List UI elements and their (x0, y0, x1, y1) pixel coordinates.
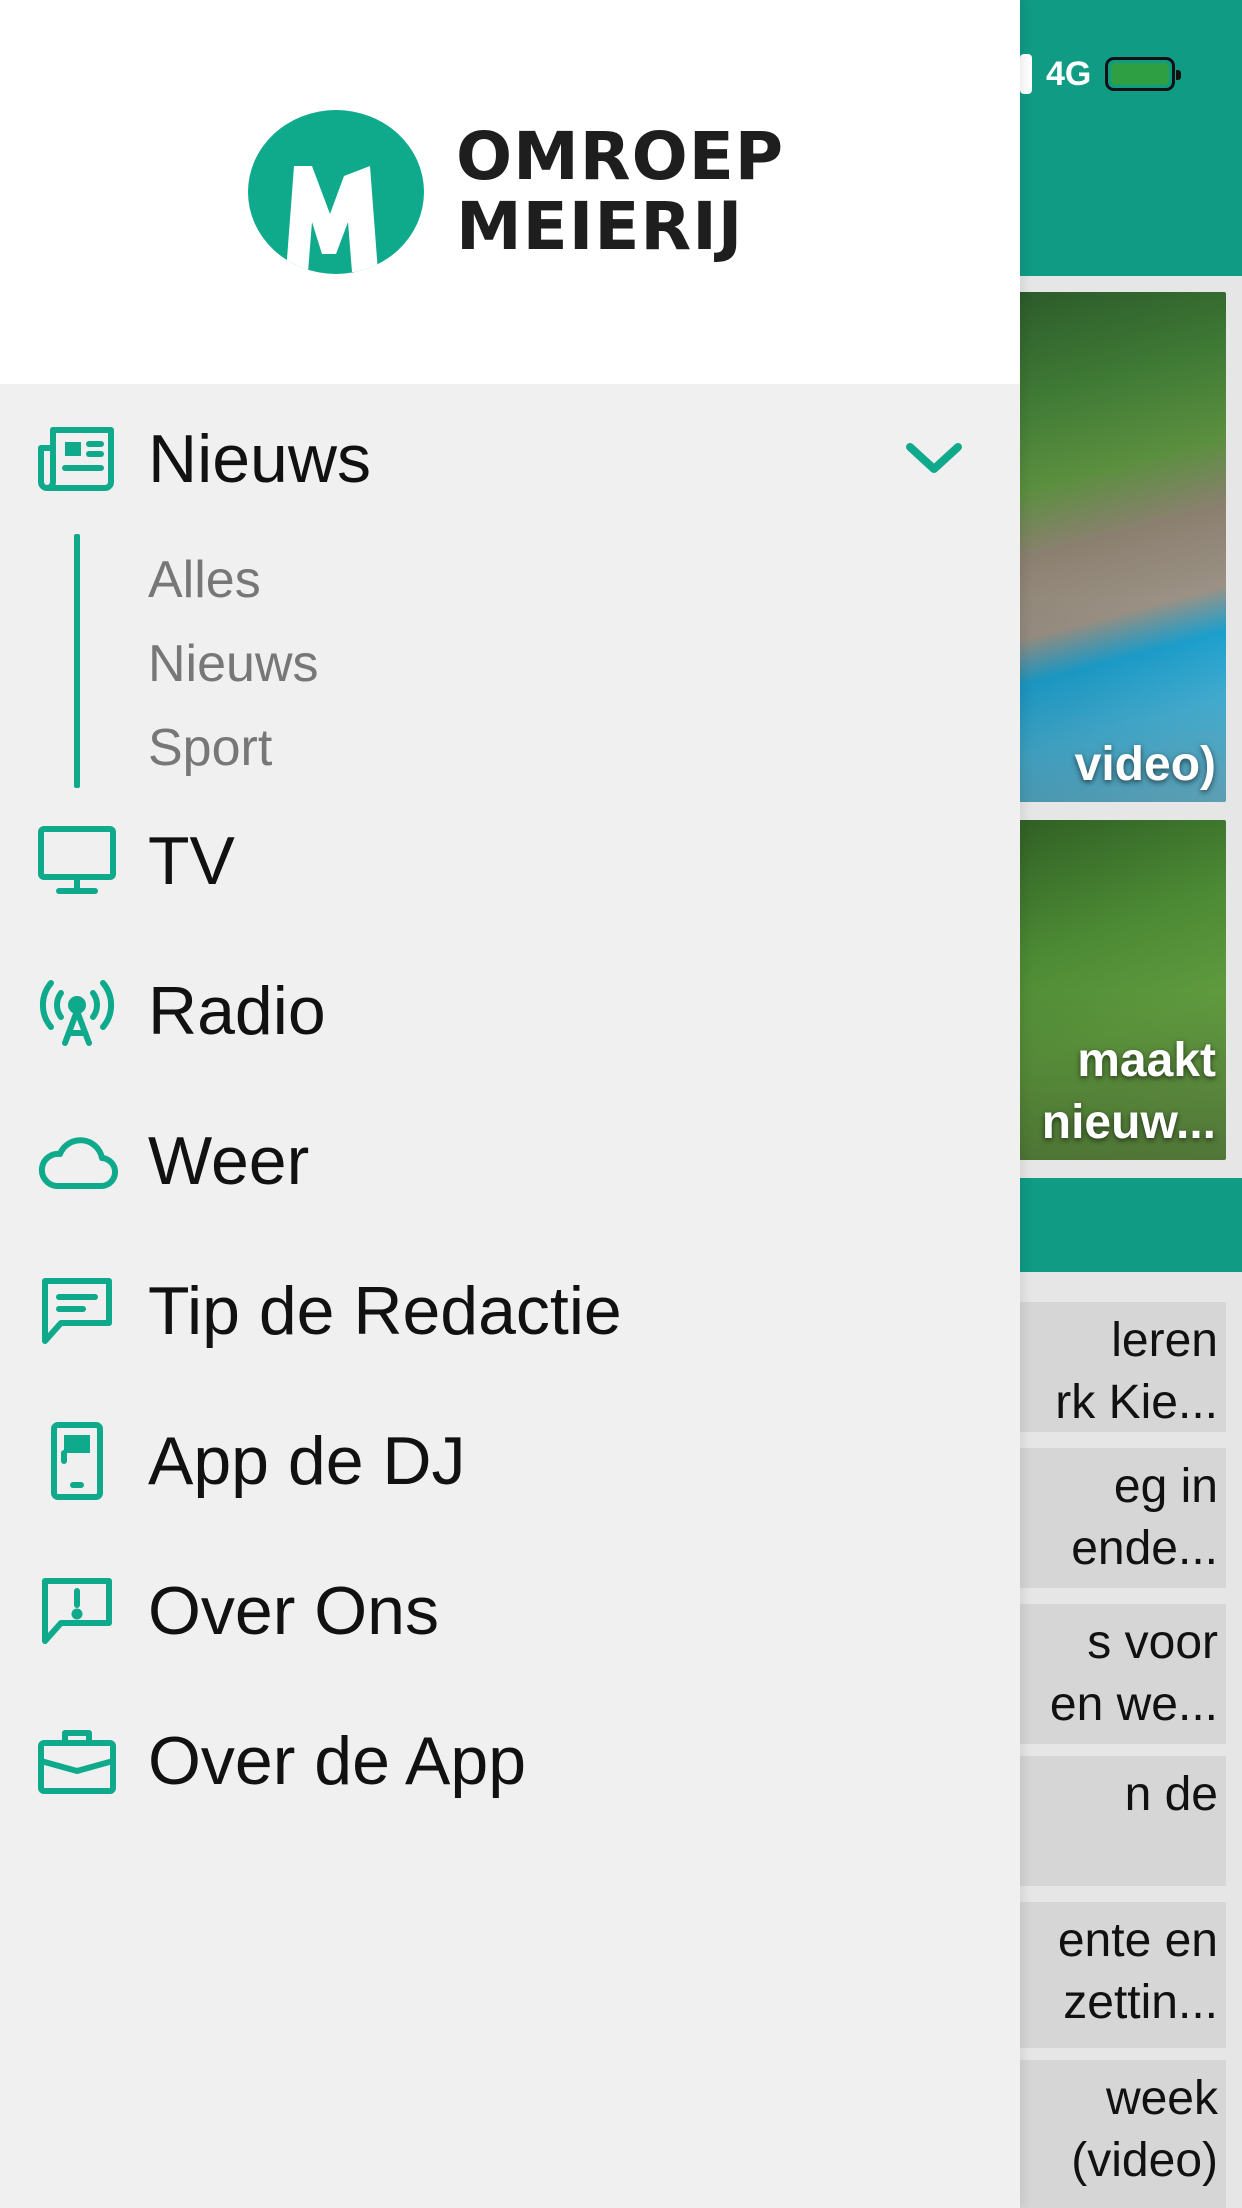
section-band (1000, 1178, 1242, 1272)
menu-label: Tip de Redactie (148, 1273, 622, 1349)
list-item[interactable]: leren rk Kie... (1000, 1302, 1226, 1432)
menu-item-radio[interactable]: Radio (0, 956, 1020, 1066)
menu-label: Over Ons (148, 1573, 439, 1649)
briefcase-icon (34, 1718, 120, 1804)
menu-item-over-ons[interactable]: Over Ons (0, 1556, 1020, 1666)
brand-logo[interactable]: OMROEP MEIERIJ (248, 110, 784, 274)
newspaper-icon (34, 416, 120, 502)
menu-label: Over de App (148, 1723, 527, 1799)
menu-item-over-de-app[interactable]: Over de App (0, 1706, 1020, 1816)
message-alert-icon (34, 1568, 120, 1654)
list-item[interactable]: eg in ende... (1000, 1448, 1226, 1588)
list-item[interactable]: ente en zettin... (1000, 1902, 1226, 2048)
message-square-icon (34, 1268, 120, 1354)
submenu-item-alles[interactable]: Alles (148, 550, 261, 610)
submenu-nieuws: Alles Nieuws Sport (0, 530, 1020, 788)
broadcast-tower-icon (34, 968, 120, 1054)
logo-wordmark: OMROEP MEIERIJ (456, 118, 785, 265)
submenu-item-sport[interactable]: Sport (148, 718, 272, 778)
list-item[interactable]: n de (1000, 1756, 1226, 1886)
submenu-indicator (74, 534, 80, 788)
phone-flag-icon (34, 1418, 120, 1504)
menu-item-tv[interactable]: TV (0, 806, 1020, 916)
network-type: 4G (1046, 54, 1092, 93)
menu-item-nieuws[interactable]: Nieuws (0, 404, 1020, 514)
menu-label: App de DJ (148, 1423, 466, 1499)
news-card-caption: video) (1074, 738, 1216, 791)
menu-label: Weer (148, 1123, 310, 1199)
menu-label: Radio (148, 973, 326, 1049)
list-item[interactable]: s voor en we... (1000, 1604, 1226, 1744)
signal-icon (1020, 54, 1032, 94)
logo-mark (248, 110, 424, 274)
menu-item-app-de-dj[interactable]: App de DJ (0, 1406, 1020, 1516)
list-item[interactable]: week (video) (1000, 2060, 1226, 2208)
menu-label: TV (148, 823, 235, 899)
menu-item-weer[interactable]: Weer (0, 1106, 1020, 1216)
navigation-drawer: OMROEP MEIERIJ Nieuws Alles Nieuws Sport (0, 0, 1020, 2208)
news-card-image[interactable]: video) (1000, 292, 1226, 802)
monitor-icon (34, 818, 120, 904)
submenu-item-nieuws[interactable]: Nieuws (148, 634, 319, 694)
cloud-icon (34, 1118, 120, 1204)
menu-item-tip-de-redactie[interactable]: Tip de Redactie (0, 1256, 1020, 1366)
news-card-caption: maakt nieuw... (1041, 1034, 1216, 1149)
drawer-header: OMROEP MEIERIJ (0, 0, 1020, 384)
chevron-down-icon[interactable] (904, 439, 964, 479)
battery-icon (1105, 57, 1182, 91)
news-card-image[interactable]: maakt nieuw... (1000, 820, 1226, 1160)
logo-m-icon (286, 166, 378, 272)
status-bar: 4G (1020, 54, 1182, 94)
menu-label: Nieuws (148, 421, 371, 497)
